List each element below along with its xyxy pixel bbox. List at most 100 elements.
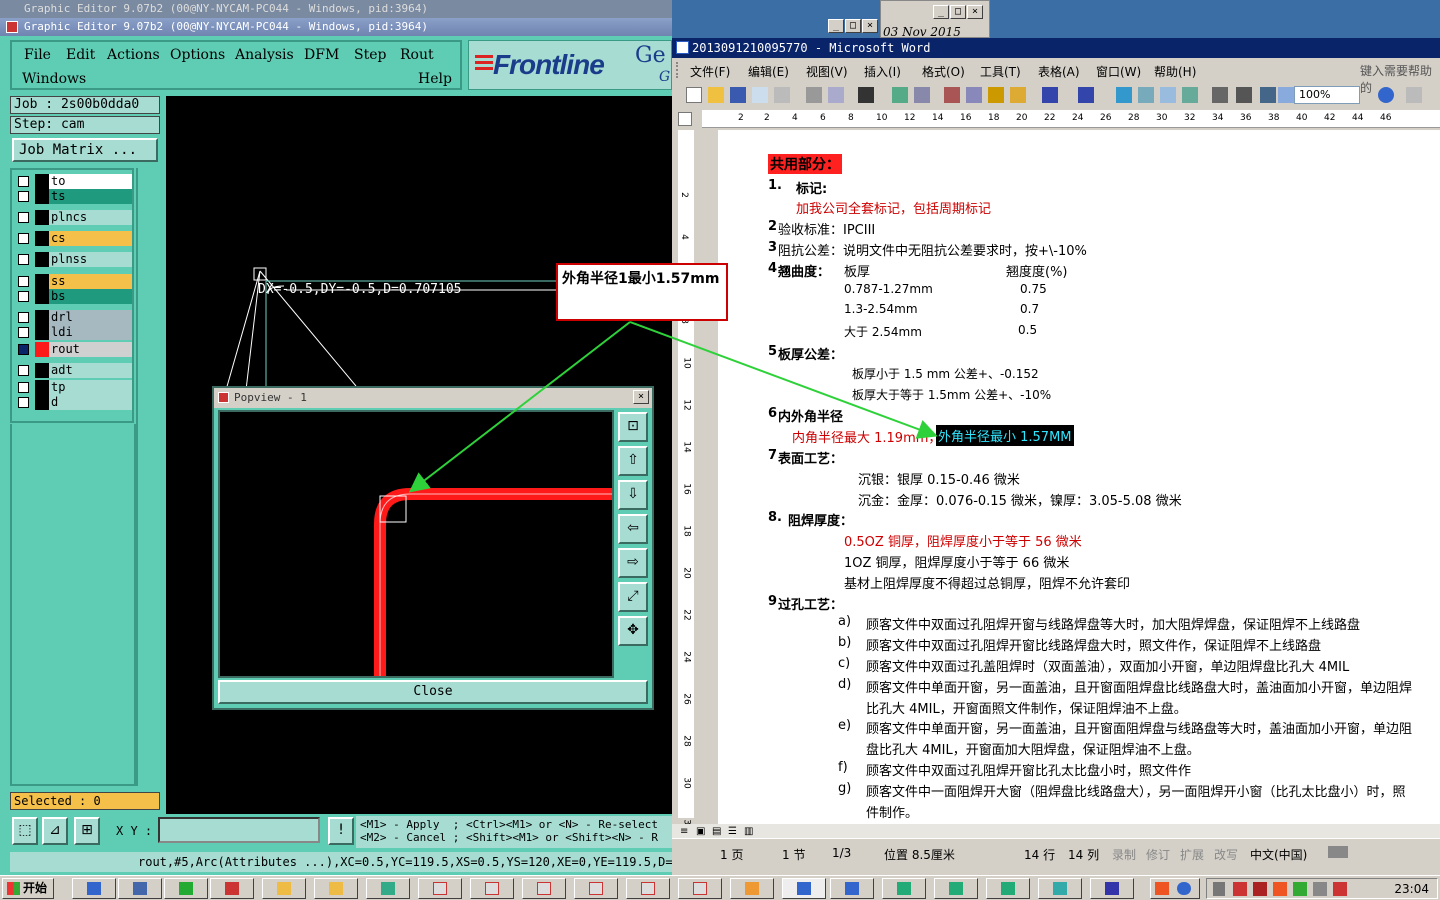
menu-dfm[interactable]: DFM [304, 47, 339, 63]
layer-checkbox[interactable] [18, 191, 29, 202]
print-view-icon[interactable]: ▤ [712, 826, 721, 837]
network-icon[interactable] [1313, 882, 1327, 896]
layer-row-tp[interactable]: tp [16, 380, 132, 395]
layer-color-swatch[interactable] [35, 325, 49, 340]
layer-checkbox[interactable] [18, 176, 29, 187]
menu-options[interactable]: Options [170, 47, 225, 63]
task-button[interactable] [934, 878, 978, 899]
drawing-icon[interactable] [1236, 87, 1252, 103]
insert-table-icon[interactable] [1160, 87, 1176, 103]
tray-app-icon[interactable] [1333, 882, 1347, 896]
layer-checkbox[interactable] [18, 382, 29, 393]
start-button[interactable]: 开始 [2, 878, 54, 899]
document-map-icon[interactable] [1260, 87, 1276, 103]
job-matrix-button[interactable]: Job Matrix ... [12, 138, 158, 162]
copy-icon[interactable] [966, 87, 982, 103]
task-button[interactable] [730, 878, 774, 899]
task-button[interactable] [882, 878, 926, 899]
xy-coordinate-input[interactable] [158, 817, 320, 843]
layer-row-d[interactable]: d [16, 395, 132, 410]
task-button[interactable] [118, 878, 162, 899]
menu-edit[interactable]: Edit [66, 47, 95, 63]
paste-icon[interactable] [988, 87, 1004, 103]
popview-close-x[interactable]: × [633, 390, 649, 404]
layer-checkbox[interactable] [18, 365, 29, 376]
layer-color-swatch[interactable] [35, 274, 49, 289]
word-menu-window[interactable]: 窗口(W) [1096, 63, 1141, 80]
task-button[interactable] [470, 878, 514, 899]
layer-row-bs[interactable]: bs [16, 289, 132, 304]
zoom-select[interactable]: 100% [1294, 86, 1360, 104]
spelling-icon[interactable] [892, 87, 908, 103]
vertical-ruler[interactable]: 2468101214161820222426283032 [678, 130, 694, 831]
layer-color-swatch[interactable] [35, 289, 49, 304]
word-menu-insert[interactable]: 插入(I) [864, 63, 901, 80]
tab-selector-icon[interactable] [678, 112, 692, 126]
layer-color-swatch[interactable] [35, 310, 49, 325]
task-button[interactable] [210, 878, 254, 899]
measure-tool-icon[interactable]: ⊿ [42, 817, 68, 845]
sogou-icon[interactable] [1155, 882, 1169, 895]
bg-minimize-button[interactable]: _ [933, 5, 949, 19]
status-rec[interactable]: 录制 [1112, 846, 1136, 863]
document-page[interactable]: 共用部分： 1. 标记: 加我公司全套标记，包括周期标记 2 验收标准：IPCI… [718, 130, 1440, 824]
permission-icon[interactable] [752, 87, 768, 103]
hyperlink-icon[interactable] [1116, 87, 1132, 103]
pan-down-icon[interactable]: ⇩ [618, 480, 648, 510]
layer-checkbox[interactable] [18, 344, 29, 355]
task-button[interactable] [522, 878, 566, 899]
horizontal-ruler[interactable]: 2 2 4 6 8 10 12 14 16 18 20 22 24 26 28 30 32 34 36 38 40 42 4… [702, 110, 1440, 128]
pan-up-icon[interactable]: ⇧ [618, 446, 648, 476]
layer-color-swatch[interactable] [35, 342, 49, 357]
pan-left-icon[interactable]: ⇦ [618, 514, 648, 544]
layer-checkbox[interactable] [18, 233, 29, 244]
volume-icon[interactable] [1213, 882, 1225, 896]
tables-borders-icon[interactable] [1138, 87, 1154, 103]
word-menu-tools[interactable]: 工具(T) [980, 63, 1021, 80]
web-view-icon[interactable]: ▣ [696, 826, 705, 837]
task-button[interactable] [1090, 878, 1134, 899]
word-menu-view[interactable]: 视图(V) [806, 63, 848, 80]
print-icon[interactable] [806, 87, 822, 103]
layer-row-ldi[interactable]: ldi [16, 325, 132, 340]
genesis-maximize-button[interactable]: □ [845, 19, 861, 33]
print-preview-icon[interactable] [828, 87, 844, 103]
grid-snap-icon[interactable]: ⊞ [74, 817, 100, 845]
word-menu-edit[interactable]: 编辑(E) [748, 63, 789, 80]
outline-view-icon[interactable]: ☰ [728, 826, 737, 837]
popview-canvas[interactable] [218, 410, 614, 678]
menu-analysis[interactable]: Analysis [235, 47, 294, 63]
layer-color-swatch[interactable] [35, 380, 49, 395]
layer-color-swatch[interactable] [35, 231, 49, 246]
format-painter-icon[interactable] [1010, 87, 1026, 103]
layer-row-to[interactable]: to [16, 174, 132, 189]
status-ext[interactable]: 扩展 [1180, 846, 1204, 863]
reading-layout-icon[interactable] [1406, 87, 1422, 103]
warning-button[interactable]: ! [328, 817, 354, 845]
new-document-icon[interactable] [686, 87, 702, 103]
bg-maximize-button[interactable]: □ [950, 5, 966, 19]
layer-checkbox[interactable] [18, 327, 29, 338]
columns-icon[interactable] [1212, 87, 1228, 103]
tray-app-icon[interactable] [1253, 882, 1267, 896]
zoom-home-icon[interactable]: ⊡ [618, 412, 648, 442]
menu-windows[interactable]: Windows [22, 71, 86, 87]
zoom-in-icon[interactable]: ⤢ [618, 582, 648, 612]
task-button[interactable] [1038, 878, 1082, 899]
task-button[interactable] [678, 878, 722, 899]
task-button[interactable] [72, 878, 116, 899]
layer-row-drl[interactable]: drl [16, 310, 132, 325]
layer-checkbox[interactable] [18, 276, 29, 287]
layer-row-ts[interactable]: ts [16, 189, 132, 204]
task-button[interactable] [626, 878, 670, 899]
spelling-status-icon[interactable] [1328, 846, 1348, 858]
insert-excel-icon[interactable] [1182, 87, 1198, 103]
layer-checkbox[interactable] [18, 291, 29, 302]
status-trk[interactable]: 修订 [1146, 846, 1170, 863]
tray-app-icon[interactable] [1233, 882, 1247, 896]
menu-step[interactable]: Step [354, 47, 386, 63]
status-ovr[interactable]: 改写 [1214, 846, 1238, 863]
popview-close-button[interactable]: Close [218, 680, 648, 704]
task-button[interactable] [262, 878, 306, 899]
layer-color-swatch[interactable] [35, 174, 49, 189]
